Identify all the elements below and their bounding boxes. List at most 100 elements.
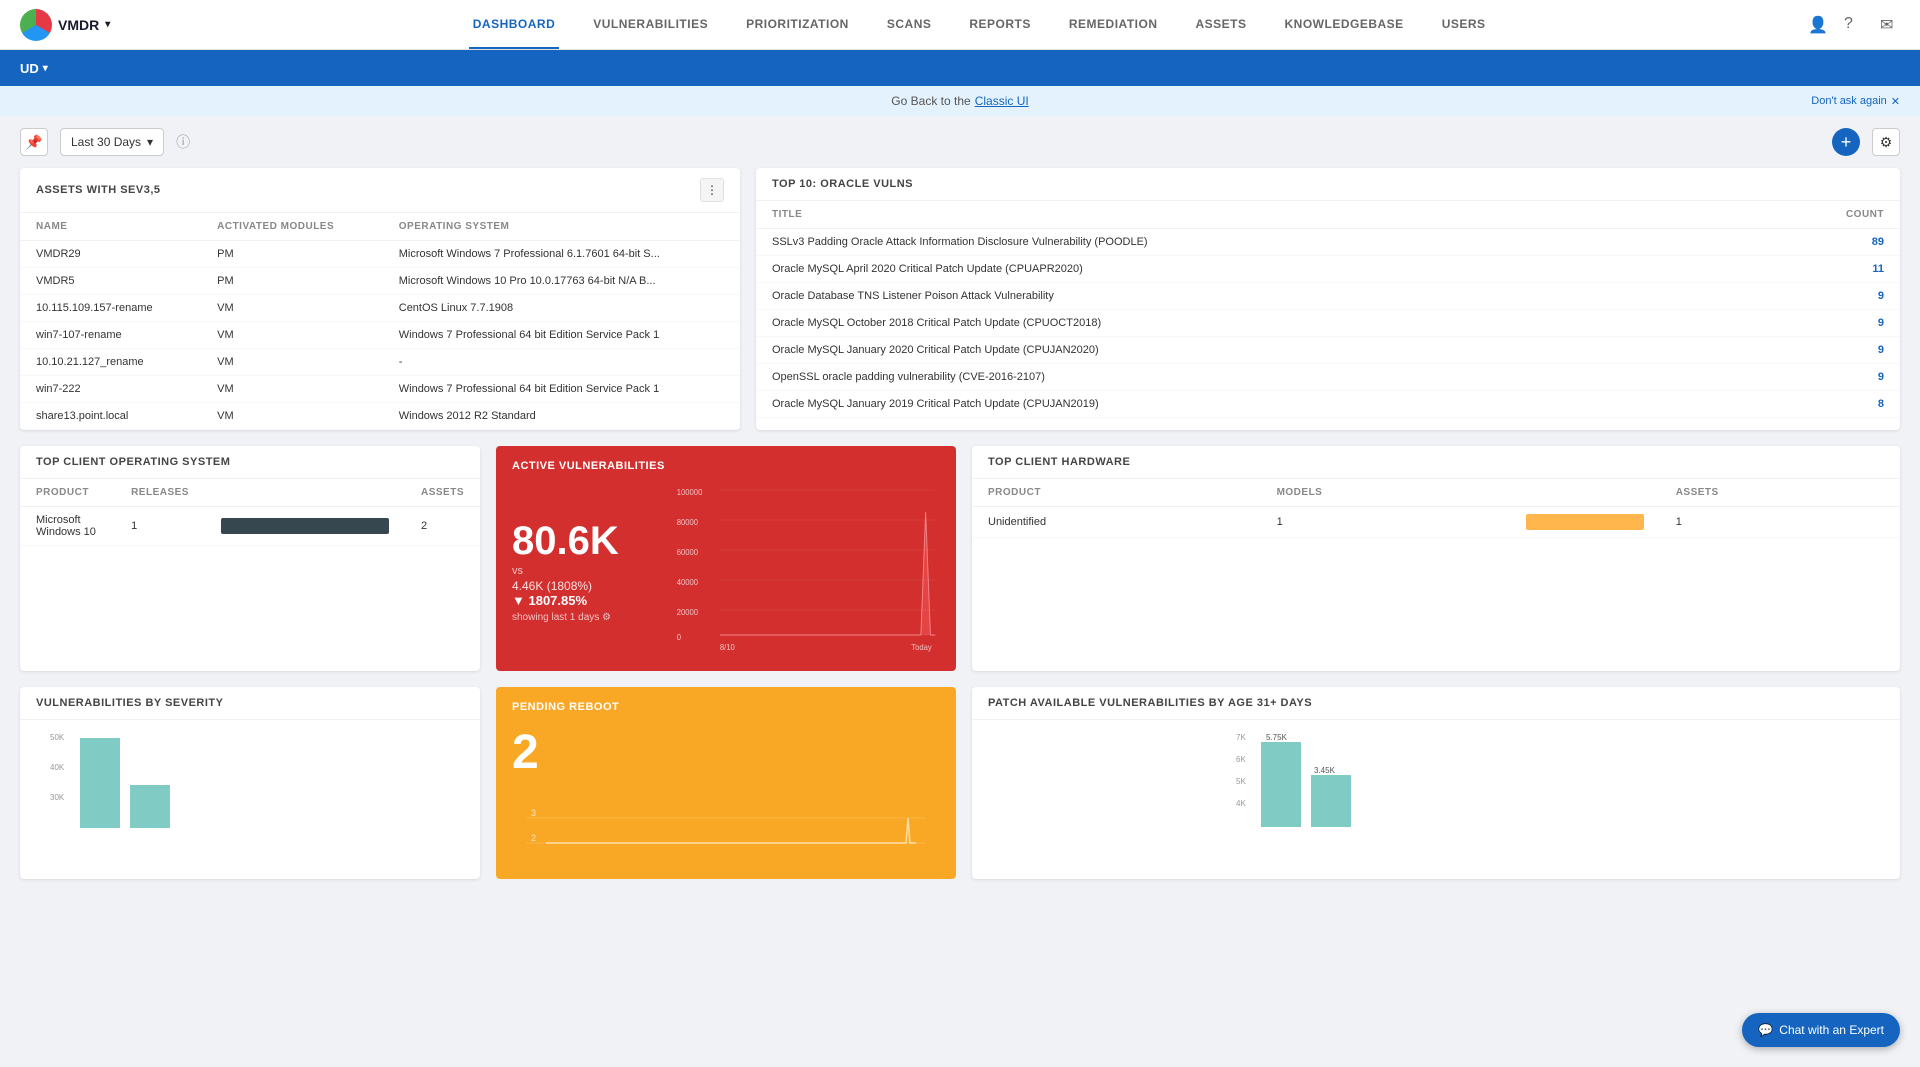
active-vuln-chart: 100000 80000 60000 40000 20000 0 xyxy=(672,480,940,663)
nav-vulnerabilities[interactable]: VULNERABILITIES xyxy=(589,1,712,49)
pending-chart: 3 2 xyxy=(496,788,956,879)
patch-age-widget: PATCH AVAILABLE VULNERABILITIES BY AGE 3… xyxy=(972,687,1900,879)
oracle-table-row[interactable]: Oracle MySQL January 2019 Critical Patch… xyxy=(756,391,1900,418)
svg-text:2: 2 xyxy=(531,833,536,843)
svg-text:Today: Today xyxy=(911,643,932,652)
pending-header: PENDING REBOOT xyxy=(496,687,956,717)
oracle-count[interactable]: 8 xyxy=(1732,391,1900,418)
svg-text:5K: 5K xyxy=(1236,777,1246,786)
hardware-widget-header: TOP CLIENT HARDWARE xyxy=(972,446,1900,479)
nav-users[interactable]: USERS xyxy=(1438,1,1490,49)
patch-age-widget-header: PATCH AVAILABLE VULNERABILITIES BY AGE 3… xyxy=(972,687,1900,720)
asset-modules: VM xyxy=(201,295,383,322)
svg-text:40K: 40K xyxy=(50,763,65,772)
svg-text:100000: 100000 xyxy=(677,488,703,497)
svg-text:6K: 6K xyxy=(1236,755,1246,764)
hw-table-row: Unidentified 1 1 xyxy=(972,507,1900,538)
assets-table-row[interactable]: 10.10.21.127_rename VM - xyxy=(20,349,740,376)
assets-widget-menu-btn[interactable]: ⋮ xyxy=(700,178,724,202)
hw-table: PRODUCT MODELS ASSETS Unidentified 1 1 xyxy=(972,479,1900,538)
active-vuln-showing[interactable]: showing last 1 days ⚙ xyxy=(512,612,611,623)
sub-nav: UD ▾ xyxy=(0,50,1920,86)
asset-os: Windows 2012 R2 Standard xyxy=(383,403,740,430)
asset-modules: VM xyxy=(201,349,383,376)
oracle-table-row[interactable]: SSLv3 Padding Oracle Attack Information … xyxy=(756,229,1900,256)
assets-col-os: OPERATING SYSTEM xyxy=(383,213,740,241)
os-col-product: PRODUCT xyxy=(20,479,115,507)
asset-name[interactable]: win7-222 xyxy=(20,376,201,403)
oracle-count[interactable]: 9 xyxy=(1732,364,1900,391)
oracle-table-row[interactable]: Oracle MySQL April 2020 Critical Patch U… xyxy=(756,256,1900,283)
os-table: PRODUCT RELEASES ASSETS Microsoft Window… xyxy=(20,479,480,546)
assets-table-row[interactable]: VMDR5 PM Microsoft Windows 10 Pro 10.0.1… xyxy=(20,268,740,295)
oracle-col-title: TITLE xyxy=(756,201,1732,229)
assets-table-row[interactable]: VMDR29 PM Microsoft Windows 7 Profession… xyxy=(20,241,740,268)
oracle-widget-header: TOP 10: ORACLE VULNS xyxy=(756,168,1900,201)
os-col-assets xyxy=(205,479,405,507)
chat-button[interactable]: 💬 Chat with an Expert xyxy=(1742,1013,1900,1047)
toolbar-help-icon[interactable]: ⓘ xyxy=(176,132,190,152)
org-dropdown-icon: ▾ xyxy=(43,63,48,74)
asset-os: Microsoft Windows 10 Pro 10.0.17763 64-b… xyxy=(383,268,740,295)
nav-prioritization[interactable]: PRIORITIZATION xyxy=(742,1,853,49)
severity-widget-title: VULNERABILITIES BY SEVERITY xyxy=(36,697,224,709)
svg-text:3: 3 xyxy=(531,808,536,818)
asset-os: - xyxy=(383,349,740,376)
app-dropdown-icon[interactable]: ▾ xyxy=(105,19,110,30)
nav-remediation[interactable]: REMEDIATION xyxy=(1065,1,1162,49)
patch-chart: 7K 6K 5K 4K 5.75K 3.45K xyxy=(972,720,1900,840)
active-vuln-vs-label: vs xyxy=(512,565,523,577)
nav-dashboard[interactable]: DASHBOARD xyxy=(469,1,560,49)
asset-name[interactable]: 10.115.109.157-rename xyxy=(20,295,201,322)
severity-chart: 50K 40K 30K xyxy=(20,720,480,840)
mail-icon[interactable]: ✉ xyxy=(1880,15,1900,35)
hw-col-product: PRODUCT xyxy=(972,479,1261,507)
user-icon[interactable]: 👤 xyxy=(1808,15,1828,35)
dont-ask-close-icon: ✕ xyxy=(1891,95,1900,108)
patch-age-widget-title: PATCH AVAILABLE VULNERABILITIES BY AGE 3… xyxy=(988,697,1312,709)
classic-ui-link[interactable]: Classic UI xyxy=(975,94,1029,108)
assets-table-container: NAME ACTIVATED MODULES OPERATING SYSTEM … xyxy=(20,213,740,430)
oracle-count[interactable]: 11 xyxy=(1732,256,1900,283)
assets-table-row[interactable]: win7-222 VM Windows 7 Professional 64 bi… xyxy=(20,376,740,403)
nav-knowledgebase[interactable]: KNOWLEDGEBASE xyxy=(1281,1,1408,49)
asset-name[interactable]: VMDR5 xyxy=(20,268,201,295)
oracle-count[interactable]: 9 xyxy=(1732,310,1900,337)
nav-scans[interactable]: SCANS xyxy=(883,1,936,49)
banner: Go Back to the Classic UI Don't ask agai… xyxy=(0,86,1920,116)
nav-assets[interactable]: ASSETS xyxy=(1192,1,1251,49)
oracle-table-row[interactable]: Oracle Database TNS Listener Poison Atta… xyxy=(756,283,1900,310)
os-product: Microsoft Windows 10 xyxy=(20,507,115,546)
oracle-count[interactable]: 9 xyxy=(1732,337,1900,364)
pin-button[interactable]: 📌 xyxy=(20,128,48,156)
dont-ask-button[interactable]: Don't ask again ✕ xyxy=(1811,95,1900,108)
add-widget-button[interactable]: + xyxy=(1832,128,1860,156)
assets-table-row[interactable]: 10.115.109.157-rename VM CentOS Linux 7.… xyxy=(20,295,740,322)
pending-body: 2 xyxy=(496,717,956,788)
asset-name[interactable]: 10.10.21.127_rename xyxy=(20,349,201,376)
assets-table-row[interactable]: win7-107-rename VM Windows 7 Professiona… xyxy=(20,322,740,349)
help-icon[interactable]: ? xyxy=(1844,15,1864,35)
oracle-count[interactable]: 9 xyxy=(1732,283,1900,310)
active-vuln-stats: 80.6K vs 4.46K (1808%) ▼ 1807.85% showin… xyxy=(512,480,672,663)
nav-reports[interactable]: REPORTS xyxy=(965,1,1035,49)
org-label: UD xyxy=(20,61,39,76)
asset-name[interactable]: share13.point.local xyxy=(20,403,201,430)
oracle-table-row[interactable]: Oracle MySQL January 2020 Critical Patch… xyxy=(756,337,1900,364)
oracle-table-row[interactable]: Oracle MySQL October 2018 Critical Patch… xyxy=(756,310,1900,337)
asset-name[interactable]: win7-107-rename xyxy=(20,322,201,349)
settings-button[interactable]: ⚙ xyxy=(1872,128,1900,156)
date-range-dropdown[interactable]: Last 30 Days ▾ xyxy=(60,128,164,156)
svg-text:20000: 20000 xyxy=(677,608,699,617)
active-vuln-body: 80.6K vs 4.46K (1808%) ▼ 1807.85% showin… xyxy=(496,472,956,671)
row-2: TOP CLIENT OPERATING SYSTEM PRODUCT RELE… xyxy=(20,446,1900,671)
org-dropdown[interactable]: UD ▾ xyxy=(20,61,48,76)
app-logo[interactable]: VMDR ▾ xyxy=(20,9,110,41)
assets-table-row[interactable]: share13.point.local VM Windows 2012 R2 S… xyxy=(20,403,740,430)
oracle-col-count: COUNT xyxy=(1732,201,1900,229)
asset-name[interactable]: VMDR29 xyxy=(20,241,201,268)
assets-sev-widget: ASSETS WITH SEV3,5 ⋮ NAME ACTIVATED MODU… xyxy=(20,168,740,430)
assets-widget-title: ASSETS WITH SEV3,5 xyxy=(36,184,161,196)
oracle-table-row[interactable]: OpenSSL oracle padding vulnerability (CV… xyxy=(756,364,1900,391)
oracle-count[interactable]: 89 xyxy=(1732,229,1900,256)
